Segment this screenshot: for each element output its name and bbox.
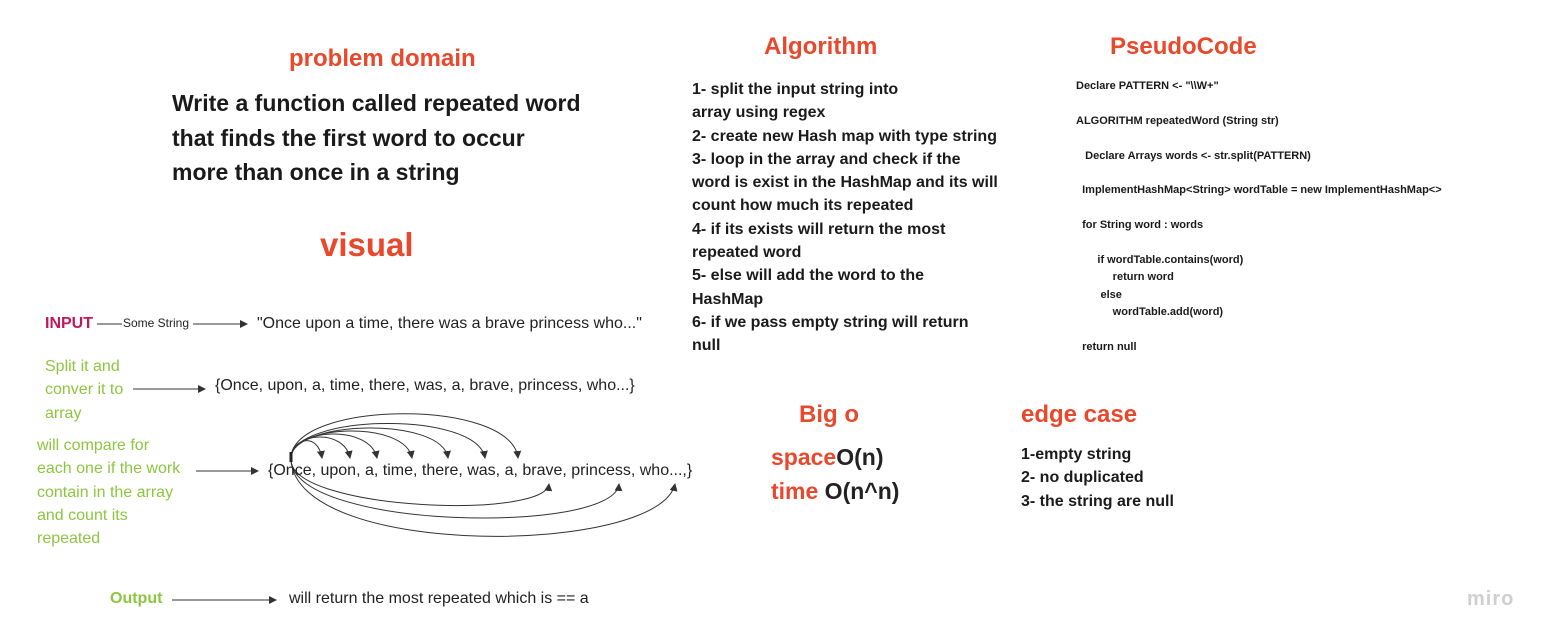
upper-arc-there — [290, 430, 415, 459]
space-complexity: spaceO(n) — [771, 444, 883, 471]
edge-case-title: edge case — [1021, 401, 1138, 428]
big-o-title: Big o — [799, 401, 859, 428]
split-step-label: Split it and conver it to array — [45, 358, 124, 422]
space-value: O(n) — [836, 444, 884, 470]
edge-case-list: 1-empty string 2- no duplicated 3- the s… — [1021, 446, 1174, 510]
miro-logo: miro — [1467, 588, 1515, 610]
input-label: INPUT — [45, 315, 93, 332]
upper-arc-upon — [290, 440, 325, 459]
algorithm-steps: 1- split the input string into array usi… — [692, 81, 998, 355]
algorithm-title: Algorithm — [764, 33, 878, 60]
problem-description: Write a function called repeated word th… — [172, 90, 581, 185]
output-label: Output — [110, 590, 163, 607]
problem-domain-title: problem domain — [289, 45, 476, 72]
space-label: space — [771, 444, 837, 470]
compare-array: {Once, upon, a, time, there, was, a, bra… — [268, 462, 693, 479]
split-array: {Once, upon, a, time, there, was, a, bra… — [215, 377, 635, 394]
time-value: O(n^n) — [818, 478, 900, 504]
pseudocode-block: Declare PATTERN <- "\\W+" ALGORITHM repe… — [1076, 80, 1442, 354]
input-value: "Once upon a time, there was a brave pri… — [257, 315, 642, 332]
compare-step-label: will compare for each one if the work co… — [37, 437, 181, 548]
output-value: will return the most repeated which is =… — [289, 590, 589, 607]
time-label: time — [771, 478, 819, 504]
pseudocode-title: PseudoCode — [1110, 33, 1257, 60]
upper-arc-brave — [290, 413, 522, 459]
visual-title: visual — [320, 226, 414, 263]
some-string-label: Some String — [123, 316, 190, 330]
time-complexity: time O(n^n) — [771, 478, 899, 505]
upper-arc-time — [290, 433, 380, 459]
